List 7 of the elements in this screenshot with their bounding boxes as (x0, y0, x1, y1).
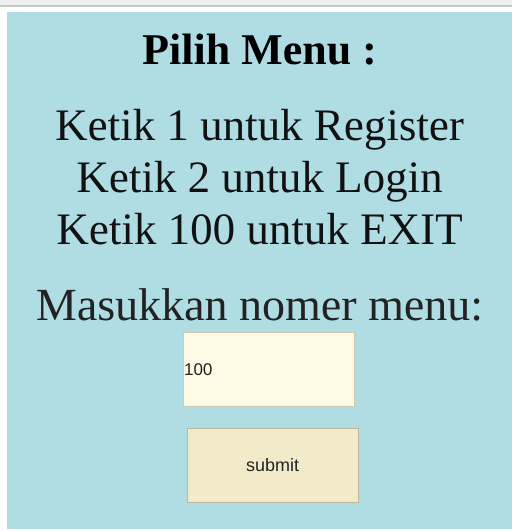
menu-option: Ketik 1 untuk Register (55, 99, 464, 151)
submit-button[interactable]: submit (186, 428, 358, 503)
menu-number-field[interactable]: 100 (183, 332, 355, 407)
menu-option: Ketik 2 untuk Login (76, 151, 443, 203)
menu-title: Pilih Menu : (142, 25, 377, 75)
prompt-label: Masukkan nomer menu: (36, 279, 484, 331)
menu-option: Ketik 100 untuk EXIT (56, 203, 463, 255)
